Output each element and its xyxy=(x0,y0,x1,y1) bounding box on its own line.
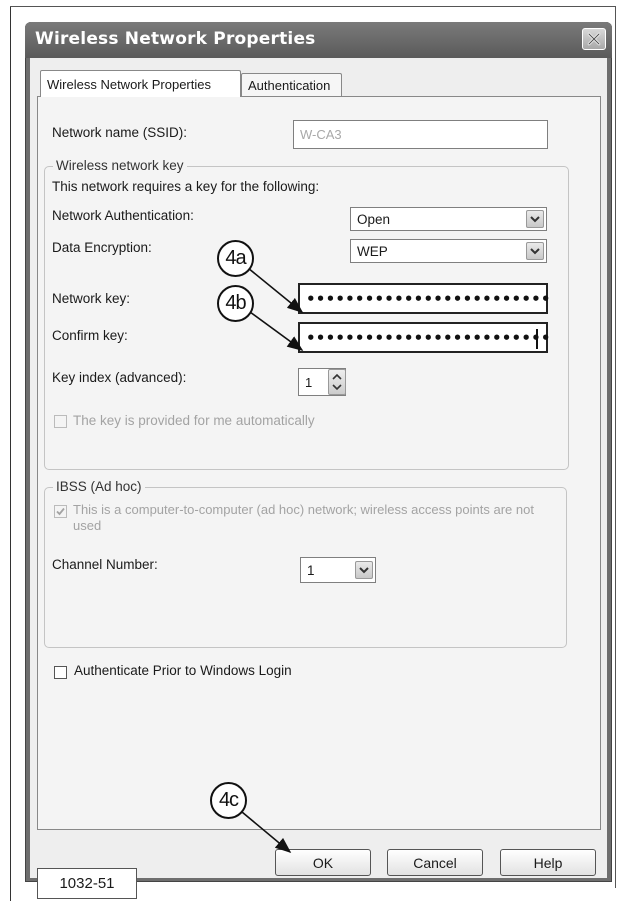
callout-4a: 4a xyxy=(217,240,254,277)
callout-leader-lines xyxy=(241,267,304,854)
tab-label: Wireless Network Properties xyxy=(47,76,211,92)
callout-4b-arrow xyxy=(249,311,304,351)
figure-label: 1032-51 xyxy=(37,868,137,899)
callout-4c-arrow xyxy=(241,811,292,854)
tab-wireless-network-properties[interactable]: Wireless Network Properties xyxy=(40,70,241,97)
callout-4a-arrow xyxy=(247,267,304,314)
callout-4c: 4c xyxy=(210,782,247,819)
callout-4b: 4b xyxy=(217,285,254,322)
